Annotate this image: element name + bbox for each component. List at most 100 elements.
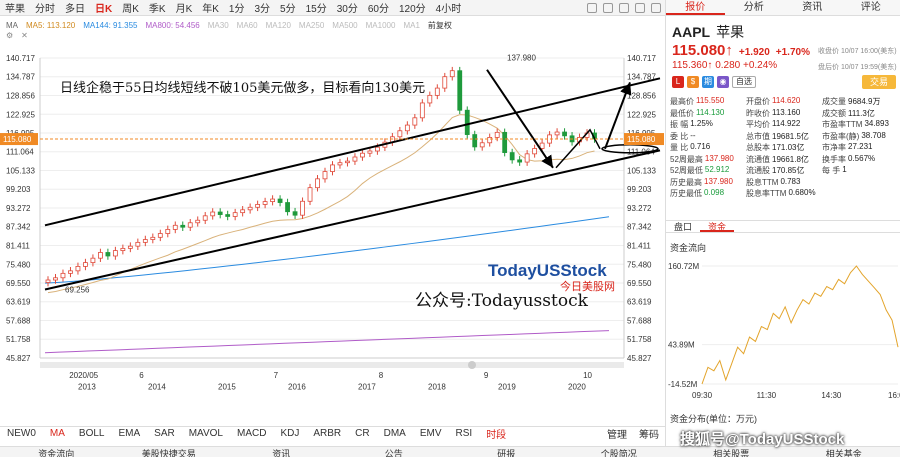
candle-body[interactable] — [352, 156, 358, 162]
compare-icon[interactable] — [603, 2, 613, 13]
add-favorite-button[interactable]: 自选 — [732, 76, 756, 88]
period-tab-15[interactable]: 4小时 — [431, 0, 467, 15]
candle-body[interactable] — [202, 215, 208, 221]
candle-body[interactable] — [524, 153, 530, 163]
panel-tab[interactable]: 报价 — [666, 0, 725, 15]
sub-tab[interactable]: 资金 — [700, 221, 735, 232]
candle-body[interactable] — [195, 219, 201, 224]
indicator-action-button[interactable]: 管理 — [607, 426, 627, 441]
chart-scrollbar[interactable] — [40, 362, 624, 368]
badge-icon[interactable]: L — [672, 76, 684, 88]
candle-body[interactable] — [367, 150, 373, 154]
candle-body[interactable] — [292, 211, 298, 216]
bottom-nav-item[interactable]: 研报 — [450, 447, 563, 457]
period-tab-12[interactable]: 30分 — [332, 0, 363, 15]
candle-body[interactable] — [247, 206, 253, 211]
candle-body[interactable] — [449, 70, 455, 78]
bottom-nav-item[interactable]: 公告 — [338, 447, 451, 457]
candle-body[interactable] — [457, 70, 463, 111]
candle-body[interactable] — [397, 130, 403, 138]
candle-body[interactable] — [375, 146, 380, 152]
candle-body[interactable] — [75, 266, 81, 272]
period-tab-7[interactable]: 年K — [197, 0, 224, 15]
candle-body[interactable] — [225, 214, 231, 217]
candle-body[interactable] — [345, 160, 350, 164]
period-tab-4[interactable]: 周K — [117, 0, 144, 15]
indicator-tab[interactable]: EMA — [111, 428, 147, 439]
period-tab-0[interactable]: 苹果 — [0, 0, 30, 15]
indicator-tab[interactable]: EMV — [413, 428, 449, 439]
bottom-nav-item[interactable]: 资金流向 — [0, 447, 113, 457]
close-icon[interactable]: ✕ — [21, 31, 28, 40]
layout-icon[interactable] — [619, 2, 629, 13]
candle-body[interactable] — [464, 109, 470, 135]
candle-body[interactable] — [135, 241, 141, 247]
panel-tab[interactable]: 资讯 — [783, 0, 842, 15]
period-tab-6[interactable]: 月K — [171, 0, 198, 15]
period-tab-3[interactable]: 日K — [90, 0, 117, 15]
indicator-icon[interactable] — [635, 2, 645, 13]
period-tab-5[interactable]: 季K — [144, 0, 171, 15]
candle-body[interactable] — [427, 94, 433, 104]
scroll-handle[interactable] — [468, 361, 476, 369]
candle-body[interactable] — [157, 233, 163, 238]
candle-body[interactable] — [404, 124, 410, 132]
indicator-tab[interactable]: KDJ — [273, 428, 306, 439]
candle-body[interactable] — [315, 178, 320, 189]
candle-body[interactable] — [232, 212, 238, 217]
period-tab-1[interactable]: 分时 — [30, 0, 60, 15]
candle-body[interactable] — [105, 252, 111, 257]
candle-body[interactable] — [217, 211, 223, 215]
trade-button[interactable]: 交易 — [862, 75, 896, 89]
candle-body[interactable] — [494, 131, 500, 138]
candle-body[interactable] — [532, 148, 538, 155]
indicator-tab[interactable]: RSI — [449, 428, 480, 439]
candle-body[interactable] — [539, 142, 545, 149]
candle-body[interactable] — [360, 152, 365, 158]
candle-body[interactable] — [517, 159, 523, 163]
candle-body[interactable] — [255, 204, 261, 208]
period-tab-13[interactable]: 60分 — [363, 0, 394, 15]
badge-icon[interactable]: ◉ — [717, 76, 729, 88]
sub-tab[interactable]: 盘口 — [666, 221, 700, 232]
indicator-tab[interactable]: NEW0 — [0, 428, 43, 439]
period-tab-8[interactable]: 1分 — [224, 0, 250, 15]
candle-body[interactable] — [330, 164, 335, 172]
indicator-tab[interactable]: BOLL — [72, 428, 112, 439]
candle-body[interactable] — [165, 229, 171, 234]
settings-icon[interactable]: ⚙ — [6, 31, 13, 40]
badge-icon[interactable]: $ — [687, 76, 699, 88]
candle-body[interactable] — [53, 277, 58, 281]
candle-body[interactable] — [337, 162, 343, 166]
candle-body[interactable] — [187, 222, 193, 228]
indicator-tab[interactable]: DMA — [377, 428, 413, 439]
candle-body[interactable] — [307, 187, 313, 202]
candle-body[interactable] — [487, 137, 493, 144]
panel-tab[interactable]: 分析 — [725, 0, 784, 15]
badge-icon[interactable]: 期 — [702, 76, 714, 88]
indicator-tab[interactable]: 时段 — [479, 426, 513, 441]
draw-icon[interactable] — [587, 2, 597, 13]
candle-body[interactable] — [180, 224, 186, 228]
candle-body[interactable] — [472, 134, 478, 148]
candle-body[interactable] — [277, 198, 283, 203]
candle-body[interactable] — [262, 201, 268, 205]
candle-body[interactable] — [150, 236, 156, 240]
candle-body[interactable] — [142, 239, 148, 243]
period-tab-14[interactable]: 120分 — [394, 0, 431, 15]
candle-body[interactable] — [300, 200, 305, 216]
candle-body[interactable] — [554, 131, 560, 136]
period-tab-2[interactable]: 多日 — [60, 0, 90, 15]
fullscreen-icon[interactable] — [651, 2, 661, 13]
bottom-nav-item[interactable]: 美股快捷交易 — [113, 447, 226, 457]
indicator-tab[interactable]: ARBR — [306, 428, 348, 439]
candle-body[interactable] — [479, 142, 485, 148]
panel-tab[interactable]: 评论 — [842, 0, 900, 15]
candle-body[interactable] — [434, 87, 440, 96]
candle-body[interactable] — [270, 198, 275, 202]
candle-body[interactable] — [509, 152, 515, 161]
candle-body[interactable] — [60, 272, 66, 279]
candle-body[interactable] — [240, 209, 246, 214]
indicator-tab[interactable]: MAVOL — [182, 428, 230, 439]
candle-body[interactable] — [442, 76, 448, 89]
